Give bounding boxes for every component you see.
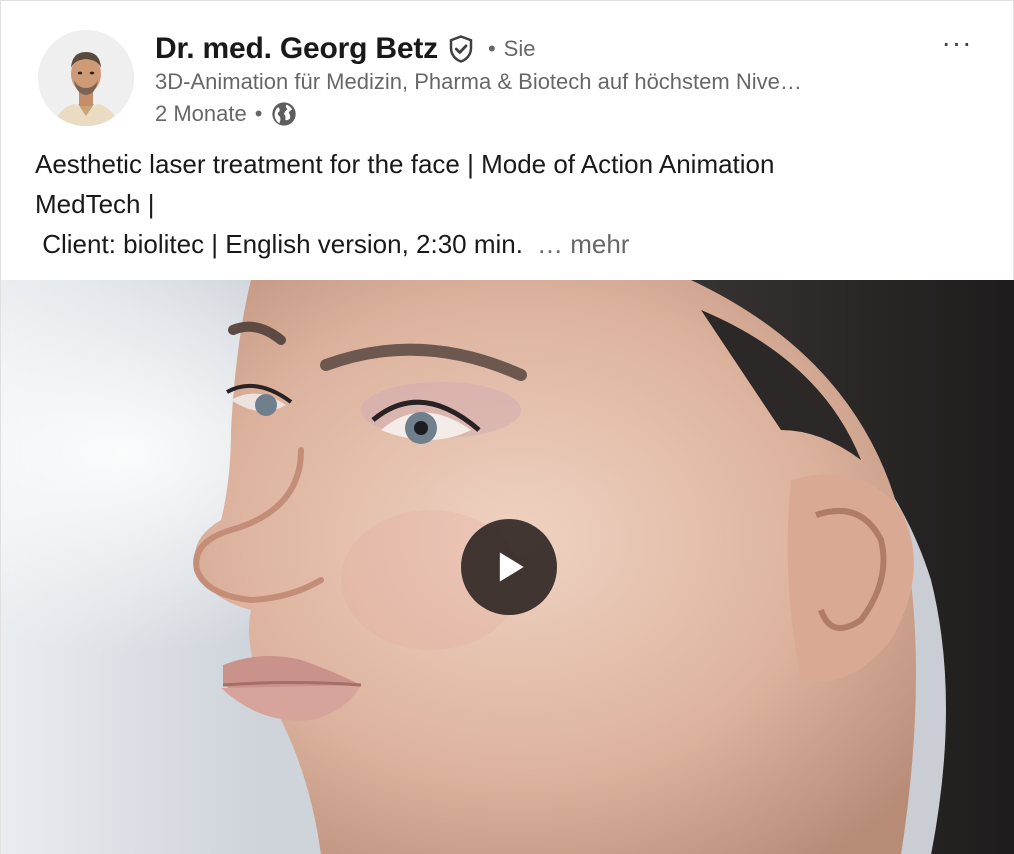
post-meta: 2 Monate • [155,98,298,130]
author-headline: 3D-Animation für Medizin, Pharma & Biote… [155,69,802,94]
more-options-button[interactable]: ··· [937,27,977,59]
author-line: Dr. med. Georg Betz • Sie [155,29,535,69]
connection-degree: Sie [503,36,536,61]
author-avatar[interactable] [38,30,134,126]
separator-dot: • [254,101,263,126]
post-text-line-content: Client: biolitec | English version, 2:30… [35,229,523,259]
post-text: Aesthetic laser treatment for the face |… [35,144,935,264]
video-player[interactable] [1,280,1014,854]
post-text-line: MedTech | [35,189,155,219]
author-name[interactable]: Dr. med. Georg Betz [155,32,438,66]
post-age: 2 Monate [155,101,247,126]
globe-icon [270,100,298,128]
separator-dot: • [487,36,496,61]
see-more-link[interactable]: … mehr [537,229,629,259]
post-text-line: Aesthetic laser treatment for the face |… [35,149,775,179]
verified-shield-icon [446,34,476,64]
play-button[interactable] [461,519,557,615]
feed-post: Dr. med. Georg Betz • Sie 3D-Animation f… [0,0,1014,854]
post-text-line: Client: biolitec | English version, 2:30… [35,224,935,264]
play-icon [499,552,524,582]
